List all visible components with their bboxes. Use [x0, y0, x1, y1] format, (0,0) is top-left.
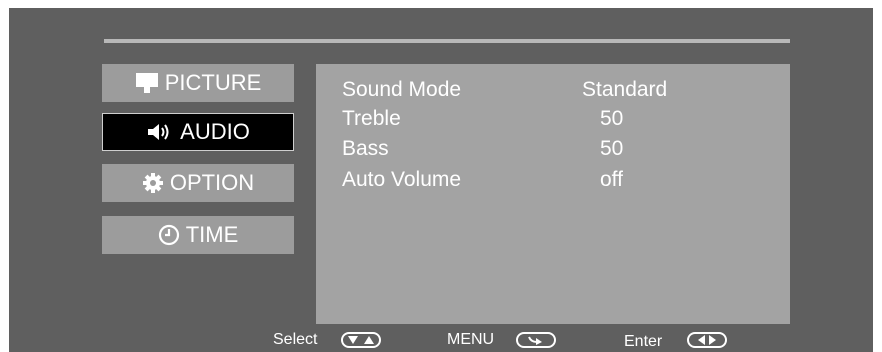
setting-row-bass[interactable]: Bass 50 — [342, 135, 782, 163]
audio-settings-panel: Sound Mode Standard Treble 50 Bass 50 Au… — [316, 64, 790, 324]
setting-value: 50 — [600, 137, 624, 160]
menu-hint-label: MENU — [447, 331, 495, 348]
setting-value: 50 — [600, 107, 624, 130]
footer-hints: Select MENU Enter — [0, 324, 882, 352]
setting-label: Sound Mode — [342, 78, 462, 101]
menu-item-option[interactable]: OPTION — [102, 164, 294, 202]
setting-value: Standard — [582, 78, 668, 101]
setting-label: Auto Volume — [342, 168, 462, 191]
clock-icon — [158, 224, 180, 246]
setting-label: Bass — [342, 137, 389, 160]
enter-hint-label: Enter — [624, 333, 663, 350]
menu-item-time[interactable]: TIME — [102, 216, 294, 254]
menu-item-picture[interactable]: PICTURE — [102, 64, 294, 102]
gear-icon — [142, 172, 164, 194]
setting-label: Treble — [342, 107, 401, 130]
menu-item-audio[interactable]: AUDIO — [102, 113, 294, 151]
setting-row-treble[interactable]: Treble 50 — [342, 105, 782, 133]
top-divider — [104, 39, 790, 43]
up-down-arrows-icon — [341, 332, 381, 348]
menu-item-label: AUDIO — [180, 119, 250, 144]
menu-item-label: TIME — [185, 222, 239, 247]
setting-value: off — [600, 168, 623, 191]
menu-item-label: PICTURE — [164, 70, 262, 95]
menu-item-label: OPTION — [169, 170, 255, 195]
speaker-icon — [146, 121, 174, 143]
select-hint-label: Select — [273, 331, 318, 348]
return-arrow-icon — [516, 332, 556, 348]
setting-row-auto-volume[interactable]: Auto Volume off — [342, 166, 782, 194]
setting-row-sound-mode[interactable]: Sound Mode Standard — [342, 76, 782, 104]
monitor-icon — [135, 72, 159, 94]
left-right-arrows-icon — [687, 332, 727, 348]
